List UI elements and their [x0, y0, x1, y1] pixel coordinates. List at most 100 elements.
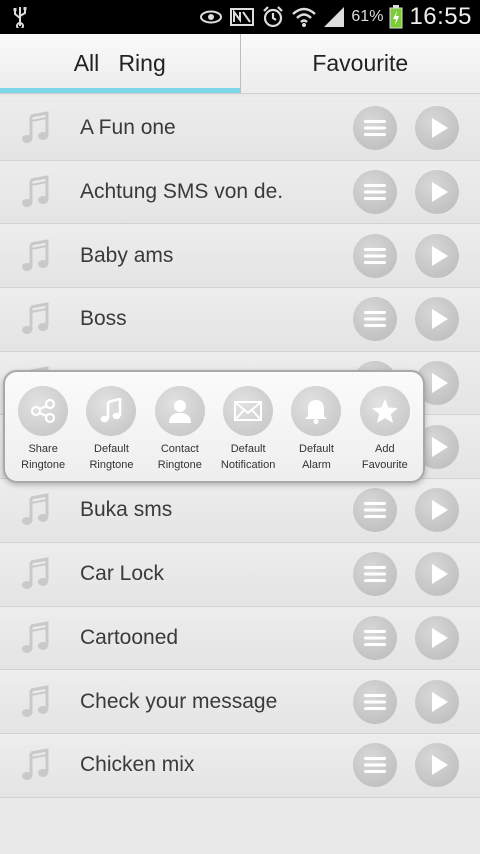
- play-button[interactable]: [415, 743, 459, 788]
- option-label: Add Favourite: [361, 443, 408, 471]
- play-icon: [429, 627, 449, 649]
- battery-percent: 61%: [351, 8, 384, 25]
- play-icon: [429, 308, 449, 330]
- play-icon: [429, 499, 449, 521]
- tab-label: All Ring: [73, 50, 166, 76]
- menu-button[interactable]: [353, 679, 397, 724]
- menu-button[interactable]: [353, 743, 397, 788]
- ringtone-title: Check your message: [80, 689, 278, 713]
- music-note-icon: [99, 398, 123, 424]
- play-icon: [429, 563, 449, 585]
- ringtone-title: Achtung SMS von de.: [80, 180, 284, 204]
- person-icon: [167, 398, 193, 424]
- status-bar: 61% 16:55: [0, 0, 480, 34]
- list-item[interactable]: A Fun one: [0, 97, 480, 161]
- option-label: Default Ringtone: [89, 443, 134, 471]
- ringtone-options-popup: Share Ringtone Default Ringtone Contact Ri…: [3, 370, 425, 483]
- usb-icon: [12, 6, 28, 28]
- ringtone-title: Buka sms: [80, 498, 173, 522]
- option-label: Contact Ringtone: [157, 443, 202, 471]
- clock: 16:55: [409, 3, 472, 30]
- ringtone-title: Cartooned: [80, 625, 179, 649]
- menu-button[interactable]: [353, 170, 397, 215]
- play-button[interactable]: [415, 297, 459, 342]
- option-button[interactable]: [18, 386, 69, 436]
- option-label: Default Alarm: [299, 443, 334, 471]
- list-item[interactable]: Car Lock: [0, 542, 480, 607]
- menu-icon: [364, 310, 386, 328]
- bell-icon: [304, 398, 328, 424]
- nfc-icon: [229, 6, 255, 28]
- menu-button[interactable]: [353, 233, 397, 278]
- star-icon: [371, 398, 399, 424]
- list-item[interactable]: Baby ams: [0, 224, 480, 289]
- music-note-icon: [0, 302, 70, 336]
- option-label: Default Notification: [220, 443, 276, 471]
- menu-button[interactable]: [353, 615, 397, 660]
- ringtone-title: Car Lock: [80, 562, 165, 586]
- tab-indicator: [0, 88, 240, 93]
- list-item[interactable]: Boss: [0, 288, 480, 352]
- envelope-icon: [234, 401, 263, 421]
- option-button[interactable]: [359, 386, 410, 436]
- play-icon: [429, 181, 449, 203]
- tab-favourite[interactable]: Favourite: [241, 34, 480, 93]
- popup-option-envelope[interactable]: Default Notification: [215, 386, 281, 473]
- list-item[interactable]: Buka sms: [0, 479, 480, 543]
- music-note-icon: [0, 111, 70, 145]
- music-note-icon: [0, 175, 70, 209]
- popup-option-person[interactable]: Contact Ringtone: [147, 386, 213, 473]
- ringtone-title: Chicken mix: [80, 753, 195, 777]
- battery-charging-icon: [389, 5, 403, 29]
- play-icon: [429, 117, 449, 139]
- menu-button[interactable]: [353, 488, 397, 533]
- menu-icon: [364, 119, 386, 137]
- play-button[interactable]: [415, 679, 459, 724]
- menu-button[interactable]: [353, 297, 397, 342]
- option-button[interactable]: [291, 386, 342, 436]
- list-item[interactable]: Achtung SMS von de.: [0, 160, 480, 225]
- play-icon: [429, 754, 449, 776]
- option-button[interactable]: [223, 386, 274, 436]
- menu-icon: [364, 247, 386, 265]
- list-item[interactable]: Chicken mix: [0, 733, 480, 798]
- list-item[interactable]: Check your message: [0, 670, 480, 734]
- play-button[interactable]: [415, 615, 459, 660]
- menu-icon: [364, 756, 386, 774]
- popup-option-bell[interactable]: Default Alarm: [283, 386, 349, 473]
- play-icon: [429, 436, 449, 458]
- play-icon: [429, 245, 449, 267]
- menu-icon: [364, 183, 386, 201]
- menu-icon: [364, 629, 386, 647]
- music-note-icon: [0, 238, 70, 273]
- option-button[interactable]: [154, 386, 205, 436]
- menu-icon: [364, 501, 386, 519]
- play-button[interactable]: [415, 106, 459, 151]
- music-note-icon: [0, 621, 70, 655]
- menu-button[interactable]: [353, 552, 397, 597]
- option-label: Share Ringtone: [21, 443, 66, 471]
- ringtone-title: A Fun one: [80, 116, 176, 140]
- music-note-icon: [0, 748, 70, 782]
- music-note-icon: [0, 684, 70, 719]
- play-button[interactable]: [415, 170, 459, 215]
- list-item[interactable]: Cartooned: [0, 606, 480, 671]
- play-button[interactable]: [415, 488, 459, 533]
- play-icon: [429, 372, 449, 394]
- popup-option-music-note[interactable]: Default Ringtone: [78, 386, 144, 473]
- menu-icon: [364, 565, 386, 583]
- popup-option-star[interactable]: Add Favourite: [352, 386, 418, 473]
- alarm-icon: [261, 5, 285, 29]
- play-button[interactable]: [415, 233, 459, 278]
- eye-icon: [199, 9, 223, 25]
- wifi-icon: [291, 6, 317, 28]
- option-button[interactable]: [86, 386, 137, 436]
- play-button[interactable]: [415, 552, 459, 597]
- tab-all-ring[interactable]: All Ring: [0, 34, 241, 93]
- popup-option-share[interactable]: Share Ringtone: [10, 386, 76, 473]
- tab-bar: All Ring Favourite: [0, 34, 480, 94]
- ringtone-title: Boss: [80, 307, 127, 331]
- signal-icon: [323, 6, 345, 28]
- menu-icon: [364, 693, 386, 711]
- menu-button[interactable]: [353, 106, 397, 151]
